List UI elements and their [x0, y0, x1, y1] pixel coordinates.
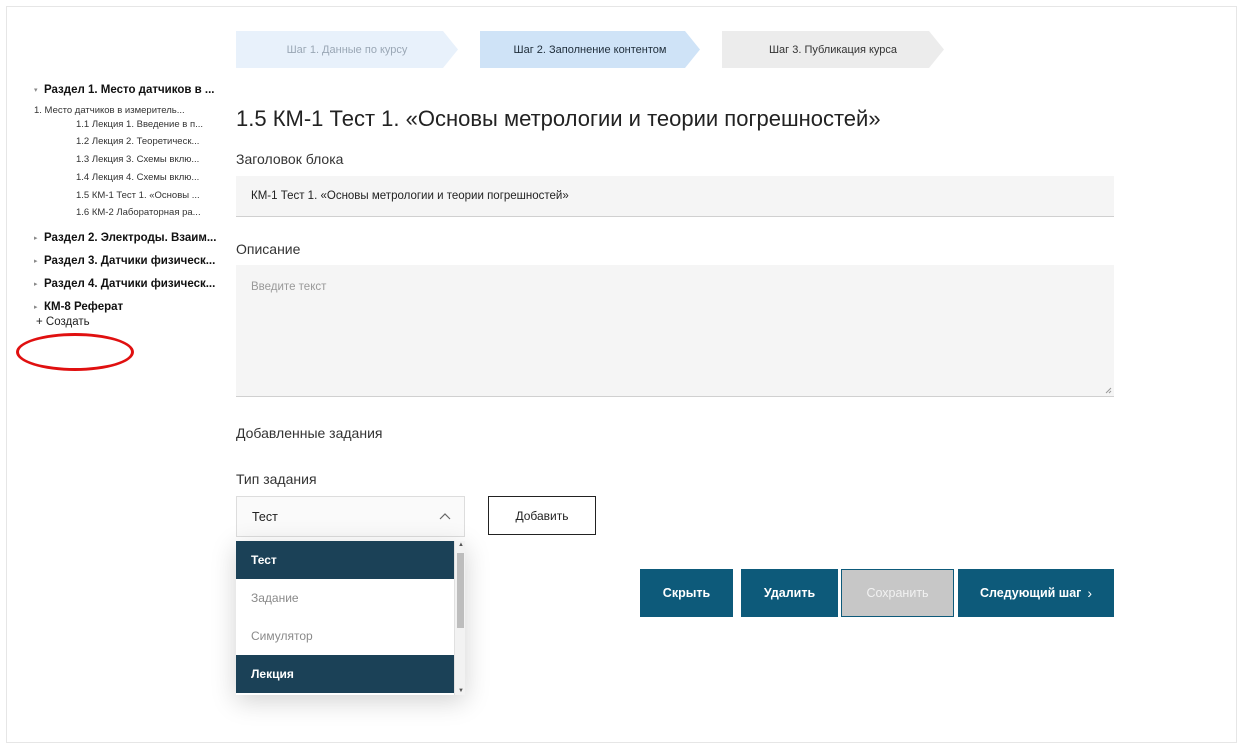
caret-down-icon[interactable]: ▾ — [34, 86, 44, 94]
dropdown-option[interactable]: Задание — [236, 579, 454, 617]
tree-lesson[interactable]: 1.1 Лекция 1. Введение в п... — [34, 118, 224, 131]
step-2-label: Шаг 2. Заполнение контентом — [513, 43, 667, 56]
scroll-down-icon[interactable]: ▼ — [458, 688, 464, 694]
description-placeholder: Введите текст — [251, 281, 327, 293]
tree-section[interactable]: ▸ Раздел 3. Датчики физическ... — [34, 254, 224, 268]
caret-right-icon[interactable]: ▸ — [34, 257, 44, 265]
tree-section[interactable]: ▾ Раздел 1. Место датчиков в ... — [34, 83, 224, 97]
highlight-ellipse — [16, 333, 134, 371]
page-title: 1.5 КМ-1 Тест 1. «Основы метрологии и те… — [236, 106, 881, 131]
added-tasks-label: Добавленные задания — [236, 425, 383, 441]
tree-section-label: Раздел 1. Место датчиков в ... — [44, 84, 215, 96]
caret-right-icon[interactable]: ▸ — [34, 234, 44, 242]
step-1[interactable]: Шаг 1. Данные по курсу — [236, 31, 458, 68]
tree-lesson[interactable]: 1.6 КМ-2 Лабораторная ра... — [34, 206, 224, 219]
hide-button[interactable]: Скрыть — [640, 569, 733, 617]
tree-section-label: Раздел 4. Датчики физическ... — [44, 278, 216, 290]
tree-section[interactable]: ▸ КМ-8 Реферат — [34, 300, 224, 314]
caret-right-icon[interactable]: ▸ — [34, 303, 44, 311]
page: Шаг 1. Данные по курсу Шаг 2. Заполнение… — [0, 0, 1243, 749]
task-type-dropdown: Тест Задание Симулятор Лекция ▲ ▼ — [236, 541, 465, 695]
chevron-up-icon — [439, 513, 451, 520]
chevron-right-icon: › — [1087, 585, 1093, 601]
resize-handle-icon[interactable] — [1105, 387, 1112, 394]
block-title-value: КМ-1 Тест 1. «Основы метрологии и теории… — [251, 190, 569, 202]
dropdown-option[interactable]: Симулятор — [236, 617, 454, 655]
next-step-label: Следующий шаг — [979, 586, 1082, 600]
tree-section-label: Раздел 3. Датчики физическ... — [44, 255, 216, 267]
tree-subsection[interactable]: 1. Место датчиков в измеритель... — [34, 104, 224, 117]
dropdown-option[interactable]: Лекция — [236, 655, 454, 693]
description-label: Описание — [236, 241, 301, 257]
tree-section[interactable]: ▸ Раздел 4. Датчики физическ... — [34, 277, 224, 291]
add-button[interactable]: Добавить — [488, 496, 596, 535]
step-1-label: Шаг 1. Данные по курсу — [286, 43, 408, 56]
step-3-label: Шаг 3. Публикация курса — [768, 43, 898, 56]
tree-section-label: Раздел 2. Электроды. Взаим... — [44, 232, 217, 244]
task-type-select[interactable]: Тест — [236, 496, 465, 537]
tree-lesson[interactable]: 1.2 Лекция 2. Теоретическ... — [34, 135, 224, 148]
next-step-button[interactable]: Следующий шаг › — [958, 569, 1114, 617]
course-tree: ▾ Раздел 1. Место датчиков в ... 1. Мест… — [34, 83, 224, 328]
tree-lesson[interactable]: 1.5 КМ-1 Тест 1. «Основы ... — [34, 189, 224, 202]
caret-right-icon[interactable]: ▸ — [34, 280, 44, 288]
block-title-label: Заголовок блока — [236, 151, 344, 167]
save-button[interactable]: Сохранить — [841, 569, 954, 617]
scroll-up-icon[interactable]: ▲ — [458, 542, 464, 548]
delete-button[interactable]: Удалить — [741, 569, 838, 617]
scrollbar-thumb[interactable] — [457, 553, 464, 628]
task-type-label: Тип задания — [236, 471, 317, 487]
tree-lesson[interactable]: 1.4 Лекция 4. Схемы вклю... — [34, 171, 224, 184]
tree-section[interactable]: ▸ Раздел 2. Электроды. Взаим... — [34, 231, 224, 245]
tree-section-label: КМ-8 Реферат — [44, 301, 124, 313]
tree-lesson[interactable]: 1.3 Лекция 3. Схемы вклю... — [34, 153, 224, 166]
create-button[interactable]: + Создать — [34, 316, 224, 328]
dropdown-option[interactable]: Тест — [236, 541, 454, 579]
task-type-value: Тест — [252, 510, 278, 524]
block-title-field[interactable]: КМ-1 Тест 1. «Основы метрологии и теории… — [236, 176, 1114, 217]
step-3[interactable]: Шаг 3. Публикация курса — [722, 31, 944, 68]
dropdown-scrollbar[interactable]: ▲ ▼ — [454, 541, 465, 695]
step-2[interactable]: Шаг 2. Заполнение контентом — [480, 31, 700, 68]
description-field[interactable]: Введите текст — [236, 265, 1114, 397]
